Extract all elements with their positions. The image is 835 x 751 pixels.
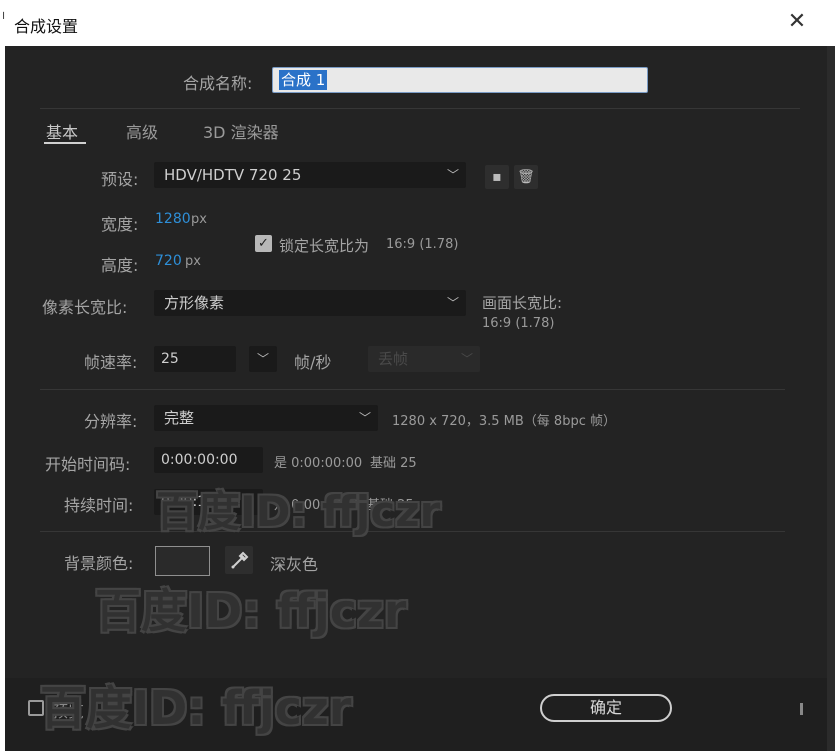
frame-rate-input[interactable]: 25 [154, 346, 236, 372]
tab-advanced[interactable]: 高级 [126, 119, 158, 143]
frame-rate-unit: 帧/秒 [294, 353, 332, 372]
resolution-dropdown[interactable]: 完整 ﹀ [154, 405, 378, 431]
start-timecode-base: 基础 25 [370, 456, 417, 471]
pixel-aspect-label: 像素长宽比: [42, 298, 128, 317]
pixel-aspect-value: 方形像素 [164, 294, 225, 312]
preset-dropdown[interactable]: HDV/HDTV 720 25 ﹀ [154, 162, 466, 188]
dialog-body [5, 46, 827, 751]
preset-value: HDV/HDTV 720 25 [164, 166, 302, 184]
width-unit: px [191, 212, 207, 227]
divider [40, 389, 785, 390]
ok-button[interactable]: 确定 [540, 694, 672, 722]
dialog-title: 合成设置 [14, 17, 79, 36]
save-preset-icon[interactable]: ▪ [485, 165, 509, 189]
tab-3d-renderer[interactable]: 3D 渲染器 [203, 119, 279, 143]
frame-aspect-label: 画面长宽比: [482, 294, 563, 312]
bg-color-label: 背景颜色: [64, 554, 134, 573]
lock-aspect-ratio: 16:9 (1.78) [386, 237, 459, 252]
divider [40, 108, 800, 109]
lock-aspect-checkbox[interactable]: ✓ [255, 235, 272, 252]
frame-rate-dropdown[interactable]: ﹀ [249, 346, 277, 372]
drop-frame-dropdown: 丢帧 ﹀ [368, 346, 480, 372]
bg-color-swatch[interactable] [155, 546, 210, 576]
eyedropper-icon[interactable] [225, 546, 253, 574]
comp-name-input[interactable]: 合成 1 [272, 67, 648, 93]
chevron-down-icon: ﹀ [446, 296, 459, 310]
chevron-down-icon: ﹀ [358, 411, 371, 425]
resolution-value: 完整 [164, 409, 195, 427]
height-value[interactable]: 720 [155, 253, 182, 269]
preset-label: 预设: [101, 170, 139, 189]
lock-aspect-label: 锁定长宽比为 [279, 237, 370, 255]
height-label: 高度: [101, 256, 139, 275]
active-tab-indicator [44, 142, 86, 144]
chevron-down-icon: ﹀ [460, 352, 473, 366]
cancel-button-edge[interactable] [800, 703, 803, 715]
right-edge-strip [827, 46, 835, 751]
bg-color-name: 深灰色 [270, 555, 319, 574]
duration-label: 持续时间: [64, 496, 134, 515]
trash-icon[interactable]: 🗑 [514, 165, 538, 189]
pixel-aspect-dropdown[interactable]: 方形像素 ﹀ [154, 290, 466, 316]
watermark: 百度ID: ffjczr [95, 584, 407, 638]
chevron-down-icon: ﹀ [446, 168, 459, 182]
start-timecode-input[interactable]: 0:00:00:00 [154, 447, 263, 473]
comp-name-value: 合成 1 [279, 70, 328, 90]
width-value[interactable]: 1280 [155, 211, 191, 227]
resolution-label: 分辨率: [84, 412, 138, 431]
chevron-down-icon: ﹀ [256, 352, 269, 366]
window-edge-mark: ╵ [0, 12, 8, 26]
height-unit: px [185, 254, 201, 269]
comp-name-label: 合成名称: [183, 74, 253, 93]
title-bar: ╵ 合成设置 ✕ [0, 0, 835, 46]
close-icon[interactable]: ✕ [784, 10, 810, 36]
tab-basic[interactable]: 基本 [46, 119, 78, 143]
watermark: 百度ID: ffjczr [156, 487, 441, 536]
frame-rate-label: 帧速率: [84, 353, 138, 372]
drop-frame-value: 丢帧 [378, 350, 409, 368]
watermark: 百度ID: ffjczr [40, 681, 352, 735]
width-label: 宽度: [101, 215, 139, 234]
composition-settings-dialog: ╵ 合成设置 ✕ 合成名称: 合成 1 基本 高级 3D 渲染器 预设: HDV… [0, 0, 835, 751]
start-timecode-label: 开始时间码: [45, 455, 131, 474]
frame-aspect-value: 16:9 (1.78) [482, 316, 555, 331]
resolution-info: 1280 x 720，3.5 MB（每 8bpc 帧） [392, 414, 616, 429]
start-timecode-is: 是 0:00:00:00 [274, 456, 363, 471]
